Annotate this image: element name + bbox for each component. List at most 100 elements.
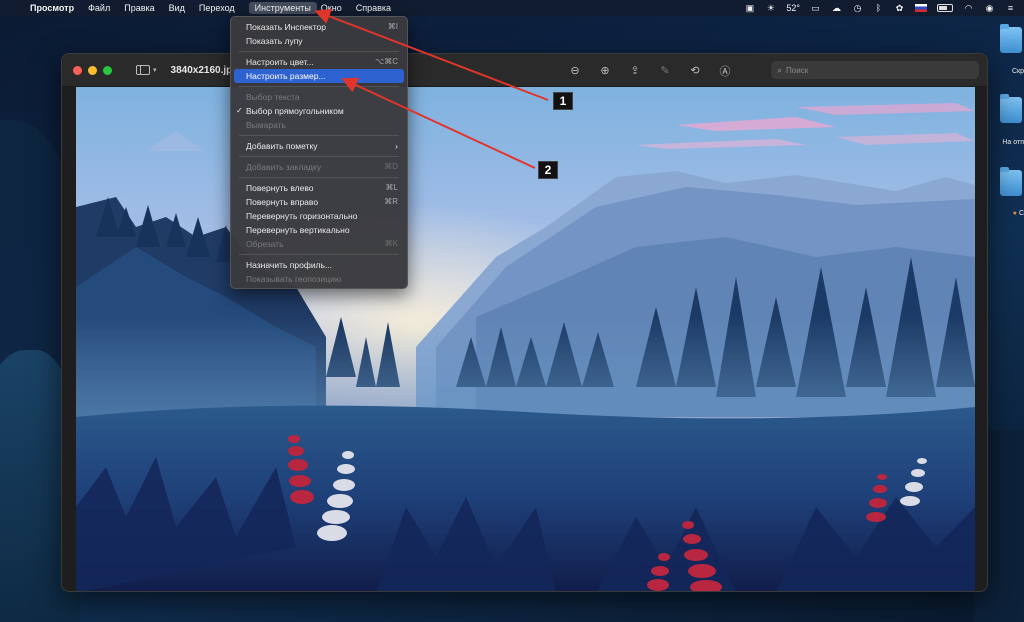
menu-item-adjust-color[interactable]: Настроить цвет... ⌥⌘C xyxy=(231,55,407,69)
menu-item-label: Настроить размер... xyxy=(246,71,326,81)
desktop-folder[interactable] xyxy=(1000,94,1022,127)
image-canvas[interactable] xyxy=(76,87,975,591)
search-field[interactable]: ⌕ Поиск xyxy=(771,61,979,79)
weather-icon[interactable]: ☀ xyxy=(765,3,776,13)
menu-separator xyxy=(239,156,399,157)
chevron-right-icon: › xyxy=(395,141,398,151)
checkmark-icon: ✓ xyxy=(236,106,243,115)
menu-item-label: Показывать геопозицию xyxy=(246,274,342,284)
menu-item-shortcut: ⌘L xyxy=(385,183,398,192)
menu-separator xyxy=(239,86,399,87)
zoom-window-button[interactable] xyxy=(103,65,112,75)
window-controls xyxy=(73,65,112,75)
sidebar-toggle-icon[interactable] xyxy=(136,65,150,75)
menu-item-show-inspector[interactable]: Показать Инспектор ⌘I xyxy=(231,20,407,34)
tag-dot-icon: ● xyxy=(1012,210,1017,217)
menu-item-crop: Обрезать ⌘K xyxy=(231,237,407,251)
menu-item-shortcut: ⌘I xyxy=(387,22,398,31)
menu-item-assign-profile[interactable]: Назначить профиль... xyxy=(231,258,407,272)
tools-dropdown-menu: Показать Инспектор ⌘I Показать лупу Наст… xyxy=(230,16,408,289)
window-toolbar: ▾ 3840x2160.jpg ⊖ ⊕ ⇪ ✎ ⟲ Ⓐ ⌕ Поиск xyxy=(62,54,987,87)
menu-item-shortcut: ⌘K xyxy=(384,239,398,248)
menu-item-show-location: Показывать геопозицию xyxy=(231,272,407,286)
menu-item-add-markup[interactable]: Добавить пометку › xyxy=(231,139,407,153)
zoom-out-icon[interactable]: ⊖ xyxy=(568,64,582,77)
menu-view[interactable]: Вид xyxy=(169,3,193,13)
menu-item-flip-horizontal[interactable]: Перевернуть горизонтально xyxy=(231,209,407,223)
menu-item-rotate-left[interactable]: Повернуть влево ⌘L xyxy=(231,181,407,195)
menu-item-show-magnifier[interactable]: Показать лупу xyxy=(231,34,407,48)
menu-separator xyxy=(239,135,399,136)
chevron-down-icon[interactable]: ▾ xyxy=(153,66,157,74)
menu-item-label: Показать Инспектор xyxy=(246,22,326,32)
markup-toolbar-icon[interactable]: Ⓐ xyxy=(718,63,732,79)
menu-edit[interactable]: Правка xyxy=(124,3,162,13)
menu-item-label: Добавить закладку xyxy=(246,162,322,172)
menu-item-label: Настроить цвет... xyxy=(246,57,314,67)
clock-icon[interactable]: ◷ xyxy=(852,3,863,13)
menu-help[interactable]: Справка xyxy=(356,3,399,13)
menu-item-label: Назначить профиль... xyxy=(246,260,333,270)
menu-item-text-selection: Выбор текста xyxy=(231,90,407,104)
rotate-icon[interactable]: ⟲ xyxy=(688,64,702,77)
menu-item-shortcut: ⌘R xyxy=(384,197,398,206)
user-icon[interactable]: ◉ xyxy=(984,3,995,13)
desktop-folder[interactable] xyxy=(1000,24,1022,57)
menu-item-flip-vertical[interactable]: Перевернуть вертикально xyxy=(231,223,407,237)
menu-tools[interactable]: Инструменты xyxy=(248,2,317,14)
menu-item-label: Перевернуть горизонтально xyxy=(246,211,358,221)
search-icon: ⌕ xyxy=(777,64,783,75)
annotation-badge-2: 2 xyxy=(538,161,558,179)
menu-item-adjust-size[interactable]: Настроить размер... xyxy=(234,69,404,83)
menu-separator xyxy=(239,51,399,52)
document-title: 3840x2160.jpg xyxy=(170,64,239,76)
menu-item-label: Повернуть влево xyxy=(246,183,314,193)
menu-item-label: Обрезать xyxy=(246,239,284,249)
menu-bar: Просмотр Файл Правка Вид Переход Инструм… xyxy=(0,0,1024,16)
control-center-icon[interactable]: ≡ xyxy=(1005,3,1016,13)
menu-window[interactable]: Окно xyxy=(321,3,350,13)
menu-item-label: Показать лупу xyxy=(246,36,303,46)
display-icon[interactable]: ▭ xyxy=(810,3,821,13)
close-window-button[interactable] xyxy=(73,65,82,75)
share-icon[interactable]: ⇪ xyxy=(628,64,642,77)
battery-icon[interactable] xyxy=(937,4,953,12)
menu-app-name[interactable]: Просмотр xyxy=(30,3,82,13)
landscape-image xyxy=(76,87,975,591)
menu-separator xyxy=(239,254,399,255)
markup-pen-icon[interactable]: ✎ xyxy=(658,64,672,77)
zoom-in-icon[interactable]: ⊕ xyxy=(598,64,612,77)
preview-window: ▾ 3840x2160.jpg ⊖ ⊕ ⇪ ✎ ⟲ Ⓐ ⌕ Поиск xyxy=(61,53,988,592)
menu-item-label: Выбор прямоугольником xyxy=(246,106,344,116)
temperature-label[interactable]: 52° xyxy=(786,3,800,13)
menu-item-shortcut: ⌥⌘C xyxy=(375,57,398,66)
menu-item-add-bookmark: Добавить закладку ⌘D xyxy=(231,160,407,174)
desktop-folder-label: ● С xyxy=(1013,210,1024,217)
bluetooth-icon[interactable]: ᛒ xyxy=(873,3,884,13)
menu-go[interactable]: Переход xyxy=(199,3,243,13)
cloud-icon[interactable]: ☁ xyxy=(831,3,842,13)
menu-item-label: Повернуть вправо xyxy=(246,197,319,207)
desktop-folder-label-text: С xyxy=(1018,210,1024,217)
annotation-badge-1: 1 xyxy=(553,92,573,110)
desktop-folder-label: На отп xyxy=(1002,139,1024,146)
menu-item-label: Вымарать xyxy=(246,120,286,130)
desktop-folder[interactable] xyxy=(1000,167,1022,200)
input-source-flag-icon[interactable] xyxy=(915,4,927,12)
menu-item-rotate-right[interactable]: Повернуть вправо ⌘R xyxy=(231,195,407,209)
desktop-folder-label: Скр xyxy=(1011,68,1024,75)
menu-separator xyxy=(239,177,399,178)
menu-file[interactable]: Файл xyxy=(88,3,118,13)
menu-item-label: Выбор текста xyxy=(246,92,300,102)
search-placeholder: Поиск xyxy=(786,65,809,75)
notification-icon[interactable]: ▣ xyxy=(744,3,755,13)
wifi-icon[interactable]: ◠ xyxy=(963,3,974,13)
folder-icon xyxy=(1000,167,1022,196)
menu-item-shortcut: ⌘D xyxy=(384,162,398,171)
menu-item-label: Добавить пометку xyxy=(246,141,318,151)
minimize-window-button[interactable] xyxy=(88,65,97,75)
folder-icon xyxy=(1000,24,1022,53)
flower-icon[interactable]: ✿ xyxy=(894,3,905,13)
menu-item-redact: Вымарать xyxy=(231,118,407,132)
menu-item-rectangular-selection[interactable]: ✓ Выбор прямоугольником xyxy=(231,104,407,118)
